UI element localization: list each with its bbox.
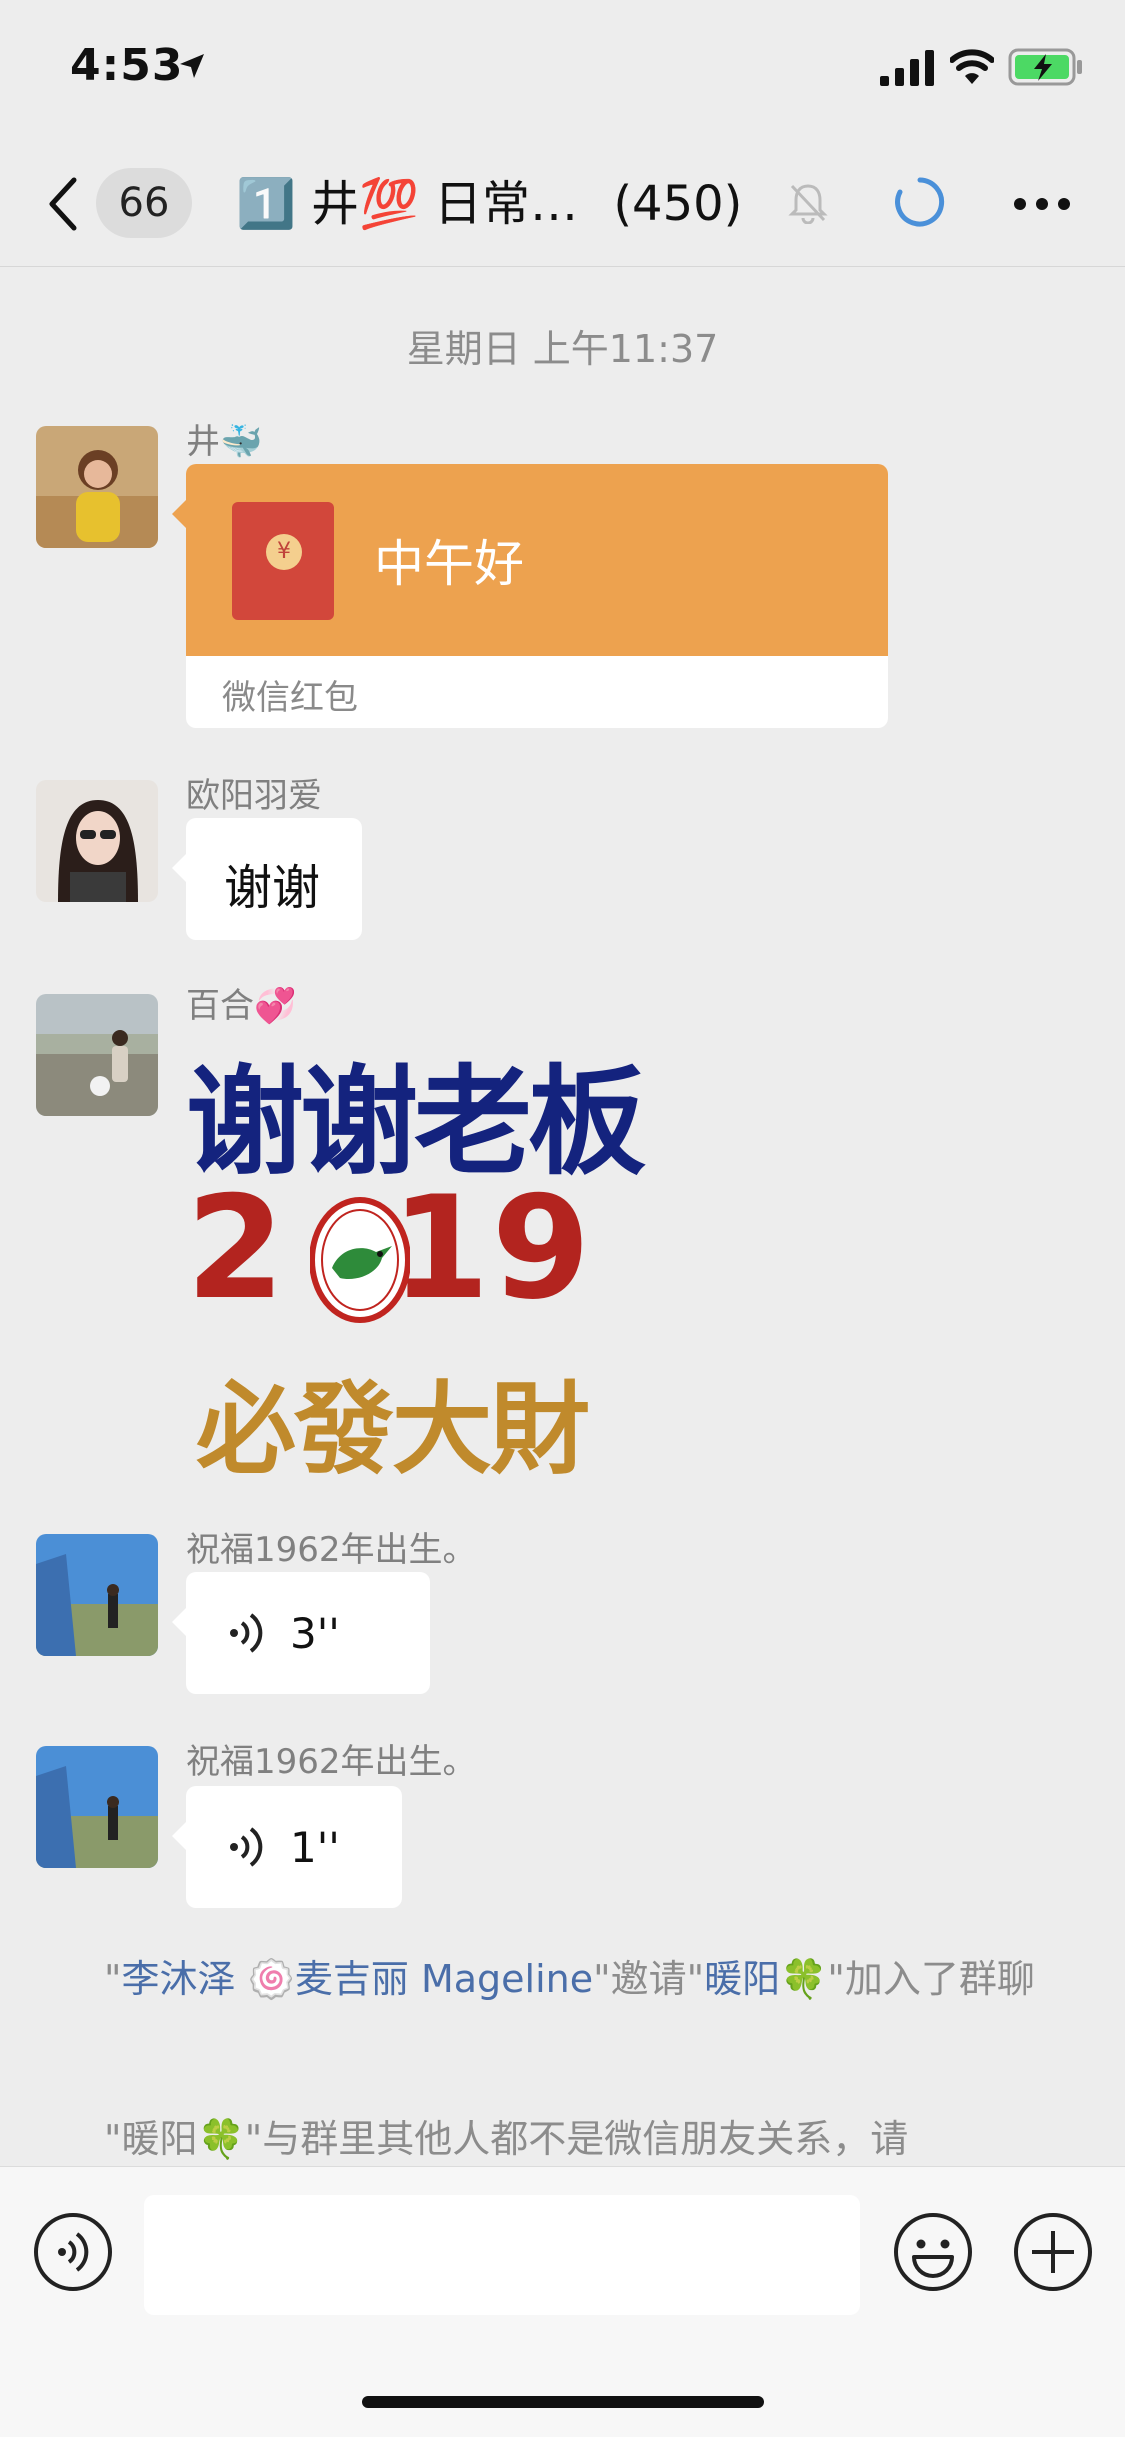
battery-charging-icon xyxy=(1008,48,1082,86)
more-options-icon[interactable] xyxy=(1012,196,1072,212)
avatar[interactable] xyxy=(36,1534,158,1656)
group-name: 1️⃣ 井💯 日常… xyxy=(236,176,579,232)
loading-spinner-icon xyxy=(895,177,945,227)
home-indicator xyxy=(362,2396,764,2408)
sender-name: 欧阳羽爱 xyxy=(186,776,322,816)
status-bar: 4:53 xyxy=(0,0,1125,140)
back-chevron-icon[interactable] xyxy=(44,174,80,234)
avatar[interactable] xyxy=(36,994,158,1116)
chat-header: 66 1️⃣ 井💯 日常… (450) xyxy=(0,140,1125,267)
pigeon-logo-icon xyxy=(310,1197,410,1323)
voice-wave-icon xyxy=(230,1613,263,1653)
system-message-notice: "暖阳🍀"与群里其他人都不是微信朋友关系，请 xyxy=(104,2117,909,2161)
voice-input-toggle-icon[interactable] xyxy=(32,2211,114,2293)
unread-count-badge[interactable]: 66 xyxy=(96,168,192,238)
inviter-link[interactable]: 李沐泽 🍥麦吉丽 Mageline xyxy=(121,1957,593,2001)
sender-name: 井🐳 xyxy=(186,422,263,462)
sender-name: 祝福1962年出生。 xyxy=(186,1742,477,1782)
red-envelope-icon: ¥ xyxy=(232,502,334,620)
voice-wave-icon xyxy=(230,1827,263,1867)
sticker-text-fortune: 必發大財 xyxy=(196,1370,590,1488)
voice-message-bubble[interactable]: 1'' xyxy=(172,1786,402,1908)
wifi-icon xyxy=(950,49,994,84)
location-arrow-icon xyxy=(180,54,204,78)
add-more-icon[interactable] xyxy=(1012,2211,1094,2293)
red-packet-greeting: 中午好 xyxy=(374,535,524,593)
member-count: (450) xyxy=(613,176,743,232)
muted-bell-icon xyxy=(788,184,828,224)
system-message-join: "李沐泽 🍥麦吉丽 Mageline"邀请"暖阳🍀"加入了群聊 xyxy=(104,1957,1035,2001)
voice-duration: 3'' xyxy=(290,1608,340,1658)
voice-message-bubble[interactable]: 3'' xyxy=(172,1572,430,1694)
message-text: 谢谢 xyxy=(224,860,321,916)
sender-name: 祝福1962年出生。 xyxy=(186,1530,477,1570)
cellular-signal-icon xyxy=(880,50,934,86)
invitee-link[interactable]: 暖阳🍀 xyxy=(704,1957,827,2001)
text-message-bubble[interactable]: 谢谢 xyxy=(172,818,362,940)
status-time: 4:53 xyxy=(70,40,184,91)
emoji-icon[interactable] xyxy=(892,2211,974,2293)
red-packet-label: 微信红包 xyxy=(222,678,358,718)
avatar[interactable] xyxy=(36,780,158,902)
chat-timestamp: 星期日 上午11:37 xyxy=(406,327,719,371)
red-packet-message[interactable]: ¥ 中午好 微信红包 xyxy=(186,464,888,728)
sender-name: 百合💞 xyxy=(186,986,297,1026)
avatar[interactable] xyxy=(36,426,158,548)
voice-duration: 1'' xyxy=(290,1822,340,1872)
sticker-message[interactable]: 谢谢老板 2 19 必發大財 xyxy=(186,1026,656,1488)
message-input[interactable] xyxy=(144,2195,860,2315)
bubble-tail xyxy=(172,500,186,528)
avatar[interactable] xyxy=(36,1746,158,1868)
group-title[interactable]: 1️⃣ 井💯 日常… (450) xyxy=(236,166,742,242)
